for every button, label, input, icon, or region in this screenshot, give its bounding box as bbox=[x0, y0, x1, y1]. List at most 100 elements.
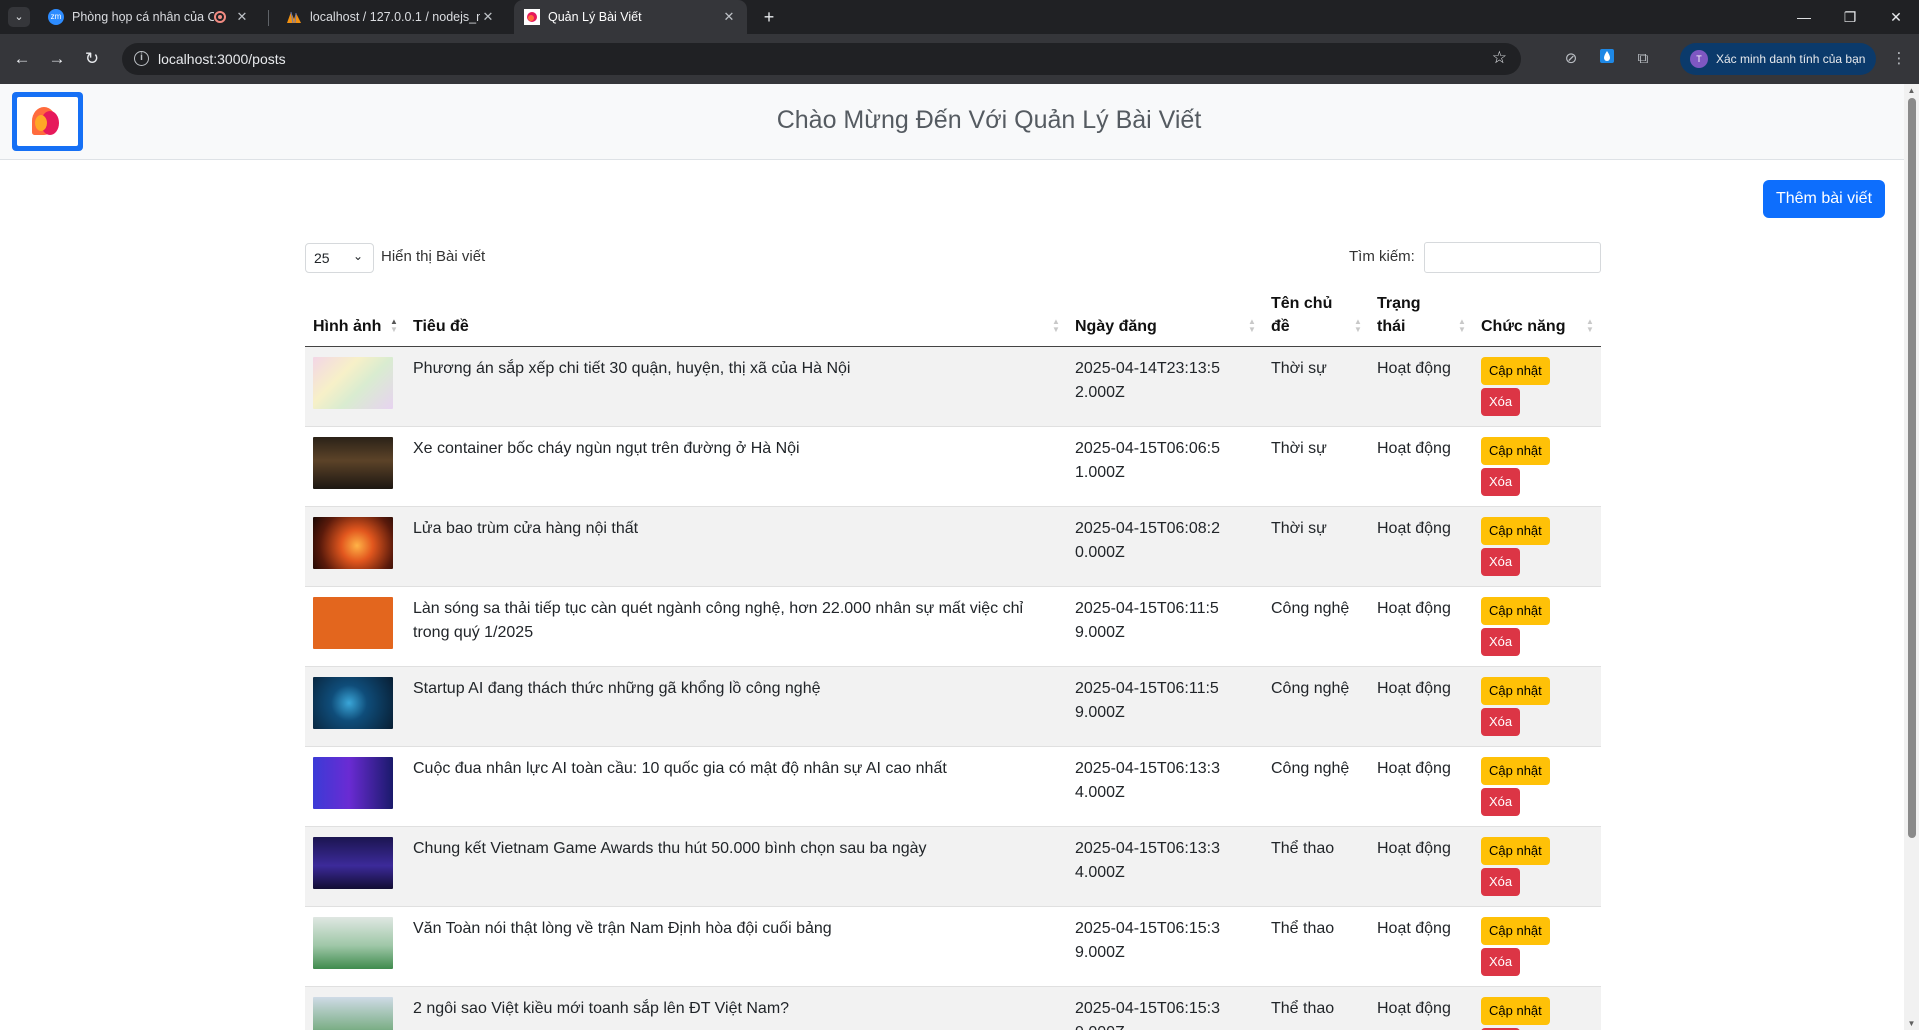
extensions-puzzle-icon[interactable]: ⧉ bbox=[1632, 48, 1654, 70]
delete-button[interactable]: Xóa bbox=[1481, 787, 1521, 816]
compass-extension-icon[interactable]: ⊘ bbox=[1560, 48, 1582, 70]
close-window-button[interactable]: ✕ bbox=[1873, 0, 1919, 34]
address-bar[interactable]: i localhost:3000/posts ☆ bbox=[122, 43, 1521, 75]
profile-avatar: T bbox=[1690, 50, 1708, 68]
table-row: Lửa bao trùm cửa hàng nội thất 2025-04-1… bbox=[305, 505, 1601, 586]
cell-status: Hoạt động bbox=[1369, 825, 1473, 906]
update-button[interactable]: Cập nhật bbox=[1481, 596, 1550, 625]
sort-icon: ▲ ▼ bbox=[1458, 316, 1466, 334]
post-thumbnail bbox=[313, 596, 393, 649]
cell-title: Làn sóng sa thải tiếp tục càn quét ngành… bbox=[405, 585, 1067, 666]
scroll-down-icon[interactable]: ▼ bbox=[1904, 1019, 1919, 1028]
delete-button[interactable]: Xóa bbox=[1481, 947, 1521, 976]
bookmark-star-icon[interactable]: ☆ bbox=[1492, 48, 1507, 68]
table-row: Làn sóng sa thải tiếp tục càn quét ngành… bbox=[305, 585, 1601, 666]
update-button[interactable]: Cập nhật bbox=[1481, 916, 1550, 945]
profile-verify-button[interactable]: T Xác minh danh tính của bạn bbox=[1680, 43, 1876, 75]
update-button[interactable]: Cập nhật bbox=[1481, 676, 1550, 705]
column-header-actions[interactable]: Chức năng ▲ ▼ bbox=[1473, 284, 1601, 347]
minimize-button[interactable]: — bbox=[1781, 0, 1827, 34]
cell-actions: Cập nhật Xóa bbox=[1473, 665, 1601, 746]
update-button[interactable]: Cập nhật bbox=[1481, 756, 1550, 785]
tab-zoom-meeting[interactable]: zm Phòng họp cá nhân của Cao ✕ bbox=[38, 0, 260, 34]
column-header-date[interactable]: Ngày đăng ▲ ▼ bbox=[1067, 284, 1263, 347]
close-tab-icon[interactable]: ✕ bbox=[480, 9, 496, 25]
update-button[interactable]: Cập nhật bbox=[1481, 516, 1550, 545]
column-header-topic[interactable]: Tên chủ đề ▲ ▼ bbox=[1263, 284, 1369, 347]
tab-title: Phòng họp cá nhân của Cao bbox=[72, 10, 214, 24]
update-button[interactable]: Cập nhật bbox=[1481, 996, 1550, 1025]
page-length-select[interactable]: 25 ⌄ bbox=[305, 243, 374, 273]
delete-button[interactable]: Xóa bbox=[1481, 467, 1521, 496]
cell-image bbox=[305, 425, 405, 506]
cell-title: Chung kết Vietnam Game Awards thu hút 50… bbox=[405, 825, 1067, 906]
cell-title: Startup AI đang thách thức những gã khổn… bbox=[405, 665, 1067, 746]
close-tab-icon[interactable]: ✕ bbox=[721, 9, 737, 25]
cell-topic: Công nghệ bbox=[1263, 585, 1369, 666]
sort-icon: ▲ ▼ bbox=[1248, 316, 1256, 334]
add-post-button[interactable]: Thêm bài viết bbox=[1763, 180, 1885, 218]
page-title: Chào Mừng Đến Với Quản Lý Bài Viết bbox=[776, 106, 1202, 134]
post-thumbnail bbox=[313, 516, 393, 569]
new-tab-button[interactable]: + bbox=[758, 6, 780, 28]
scroll-up-icon[interactable]: ▲ bbox=[1904, 86, 1919, 95]
post-thumbnail bbox=[313, 436, 393, 489]
update-button[interactable]: Cập nhật bbox=[1481, 836, 1550, 865]
profile-label: Xác minh danh tính của bạn bbox=[1716, 52, 1866, 66]
page-scrollbar[interactable]: ▲ ▼ bbox=[1904, 84, 1919, 1030]
search-input[interactable] bbox=[1424, 242, 1601, 273]
post-thumbnail bbox=[313, 676, 393, 729]
cell-title: Xe container bốc cháy ngùn ngụt trên đườ… bbox=[405, 425, 1067, 506]
forward-button[interactable]: → bbox=[45, 47, 69, 71]
cell-status: Hoạt động bbox=[1369, 985, 1473, 1030]
column-header-status[interactable]: Trạng thái ▲ ▼ bbox=[1369, 284, 1473, 347]
recording-icon bbox=[214, 11, 226, 23]
delete-button[interactable]: Xóa bbox=[1481, 867, 1521, 896]
restore-button[interactable]: ❐ bbox=[1827, 0, 1873, 34]
tab-phpmyadmin[interactable]: localhost / 127.0.0.1 / nodejs_n ✕ bbox=[276, 0, 506, 34]
url-text[interactable]: localhost:3000/posts bbox=[158, 51, 286, 67]
tab-search-button[interactable]: ⌄ bbox=[8, 7, 30, 27]
column-header-title[interactable]: Tiêu đề ▲ ▼ bbox=[405, 284, 1067, 347]
table-row: Văn Toàn nói thật lòng về trận Nam Định … bbox=[305, 905, 1601, 986]
cell-date: 2025-04-15T06:13:34.000Z bbox=[1067, 825, 1263, 906]
cell-date: 2025-04-15T06:08:20.000Z bbox=[1067, 505, 1263, 586]
post-thumbnail bbox=[313, 836, 393, 889]
cell-date: 2025-04-15T06:15:39.000Z bbox=[1067, 905, 1263, 986]
table-header-row: Hình ảnh ▲ ▼ Tiêu đề ▲ ▼ Ngày đăng ▲ ▼ Tên chủ… bbox=[305, 284, 1601, 347]
scrollbar-thumb[interactable] bbox=[1908, 98, 1916, 838]
back-button[interactable]: ← bbox=[10, 47, 34, 71]
cell-date: 2025-04-15T06:06:51.000Z bbox=[1067, 425, 1263, 506]
cell-title: Cuộc đua nhân lực AI toàn cầu: 10 quốc g… bbox=[405, 745, 1067, 826]
browser-toolbar: ← → ↻ i localhost:3000/posts ☆ ⊘ ⧉ T Xác… bbox=[0, 34, 1919, 84]
cell-date: 2025-04-15T06:11:59.000Z bbox=[1067, 665, 1263, 746]
delete-button[interactable]: Xóa bbox=[1481, 547, 1521, 576]
page-viewport: Chào Mừng Đến Với Quản Lý Bài Viết Thêm … bbox=[0, 84, 1904, 1030]
delete-button[interactable]: Xóa bbox=[1481, 627, 1521, 656]
reload-button[interactable]: ↻ bbox=[80, 47, 104, 71]
cell-topic: Thể thao bbox=[1263, 905, 1369, 986]
column-header-image[interactable]: Hình ảnh ▲ ▼ bbox=[305, 284, 405, 347]
cell-status: Hoạt động bbox=[1369, 665, 1473, 746]
cell-date: 2025-04-15T06:15:39.000Z bbox=[1067, 985, 1263, 1030]
cell-topic: Thời sự bbox=[1263, 505, 1369, 586]
close-tab-icon[interactable]: ✕ bbox=[234, 9, 250, 25]
cell-actions: Cập nhật Xóa bbox=[1473, 745, 1601, 826]
table-row: Xe container bốc cháy ngùn ngụt trên đườ… bbox=[305, 425, 1601, 506]
update-button[interactable]: Cập nhật bbox=[1481, 436, 1550, 465]
cell-image bbox=[305, 665, 405, 746]
browser-menu-icon[interactable]: ⋮ bbox=[1888, 48, 1910, 70]
post-thumbnail bbox=[313, 996, 393, 1030]
table-row: Chung kết Vietnam Game Awards thu hút 50… bbox=[305, 825, 1601, 906]
dropper-extension-icon[interactable] bbox=[1596, 48, 1618, 70]
delete-button[interactable]: Xóa bbox=[1481, 387, 1521, 416]
cell-status: Hoạt động bbox=[1369, 345, 1473, 426]
cell-actions: Cập nhật Xóa bbox=[1473, 505, 1601, 586]
site-info-icon[interactable]: i bbox=[134, 51, 149, 66]
delete-button[interactable]: Xóa bbox=[1481, 707, 1521, 736]
cell-topic: Thời sự bbox=[1263, 345, 1369, 426]
tab-title: localhost / 127.0.0.1 / nodejs_n bbox=[310, 10, 480, 24]
page-length-label: Hiển thị Bài viết bbox=[381, 248, 486, 265]
tab-posts-manager[interactable]: Quản Lý Bài Viết ✕ bbox=[514, 0, 747, 34]
update-button[interactable]: Cập nhật bbox=[1481, 356, 1550, 385]
